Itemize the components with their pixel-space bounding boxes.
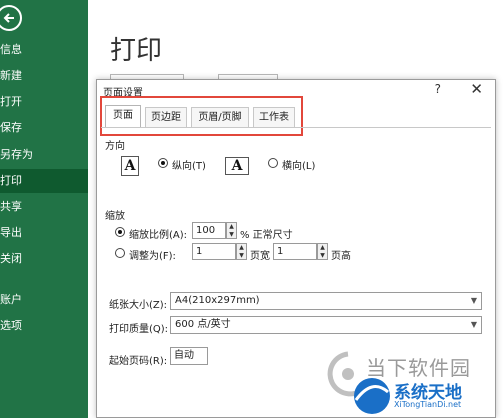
tab-header-footer[interactable]: 页眉/页脚 <box>191 107 249 127</box>
nav-item-export[interactable]: 导出 <box>0 221 88 245</box>
backstage-sidebar: 信息 新建 打开 保存 另存为 打印 共享 导出 关闭 账户 选项 <box>0 0 88 418</box>
adjust-to-label[interactable]: 缩放比例(A): <box>129 226 187 241</box>
paper-size-select[interactable]: A4(210x297mm) ▼ <box>170 292 482 310</box>
nav-item-print[interactable]: 打印 <box>0 169 88 193</box>
print-quality-label: 打印质量(Q): <box>109 324 169 335</box>
portrait-radio[interactable] <box>158 158 168 168</box>
tab-sheet[interactable]: 工作表 <box>253 107 295 127</box>
fit-tall-spinner[interactable]: ▲ ▼ <box>317 243 328 260</box>
scale-percent-input[interactable]: 100 <box>192 222 226 239</box>
back-button[interactable] <box>0 5 22 31</box>
scale-suffix: % 正常尺寸 <box>240 230 293 241</box>
scaling-section-label: 缩放 <box>105 211 125 222</box>
first-page-number-label: 起始页码(R): <box>109 356 168 367</box>
nav-item-info[interactable]: 信息 <box>0 38 88 62</box>
chevron-down-icon[interactable]: ▼ <box>471 317 477 333</box>
spin-down-icon[interactable]: ▼ <box>229 231 234 238</box>
help-button[interactable]: ? <box>435 82 441 96</box>
spin-up-icon[interactable]: ▲ <box>239 244 244 251</box>
chevron-down-icon[interactable]: ▼ <box>471 293 477 309</box>
fit-pages-wide-input[interactable]: 1 <box>192 243 236 260</box>
first-page-number-input[interactable]: 自动 <box>170 347 208 365</box>
scale-spinner[interactable]: ▲ ▼ <box>226 222 237 239</box>
nav-item-account[interactable]: 账户 <box>0 288 88 312</box>
adjust-to-radio[interactable] <box>115 227 125 237</box>
page-title: 打印 <box>110 36 163 66</box>
pages-tall-label: 页高 <box>331 251 351 262</box>
fit-wide-spinner[interactable]: ▲ ▼ <box>236 243 247 260</box>
print-quality-select[interactable]: 600 点/英寸 ▼ <box>170 316 482 334</box>
landscape-page-icon: A <box>225 157 249 175</box>
print-quality-value: 600 点/英寸 <box>175 319 231 330</box>
fit-to-radio[interactable] <box>115 248 125 258</box>
orientation-section-label: 方向 <box>105 141 125 152</box>
fit-pages-tall-input[interactable]: 1 <box>273 243 317 260</box>
pages-wide-label: 页宽 <box>250 251 270 262</box>
tab-divider <box>101 127 491 128</box>
portrait-page-icon: A <box>121 156 139 176</box>
paper-size-label: 纸张大小(Z): <box>109 300 168 311</box>
spin-up-icon[interactable]: ▲ <box>229 223 234 230</box>
nav-item-options[interactable]: 选项 <box>0 314 88 338</box>
nav-item-close[interactable]: 关闭 <box>0 247 88 271</box>
nav-item-save-as[interactable]: 另存为 <box>0 143 88 167</box>
back-arrow-icon <box>3 13 14 23</box>
nav-item-new[interactable]: 新建 <box>0 64 88 88</box>
spin-down-icon[interactable]: ▼ <box>320 252 325 259</box>
watermark-brand-2-url: XiTongTianDi.net <box>394 400 462 409</box>
fit-to-label[interactable]: 调整为(F): <box>129 247 176 262</box>
nav-item-open[interactable]: 打开 <box>0 90 88 114</box>
landscape-radio[interactable] <box>268 158 278 168</box>
portrait-label[interactable]: 纵向(T) <box>172 157 206 172</box>
tab-page[interactable]: 页面 <box>105 105 141 127</box>
tab-margins[interactable]: 页边距 <box>145 107 187 127</box>
spin-down-icon[interactable]: ▼ <box>239 252 244 259</box>
nav-item-save[interactable]: 保存 <box>0 116 88 140</box>
spin-up-icon[interactable]: ▲ <box>320 244 325 251</box>
paper-size-value: A4(210x297mm) <box>175 295 260 306</box>
close-button[interactable]: ✕ <box>470 80 483 98</box>
nav-item-share[interactable]: 共享 <box>0 195 88 219</box>
landscape-label[interactable]: 横向(L) <box>282 157 315 172</box>
